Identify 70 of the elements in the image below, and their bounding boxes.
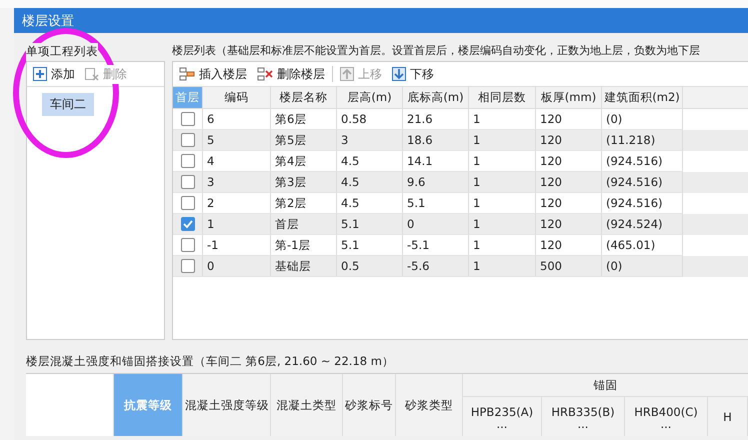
delete-rows-icon bbox=[257, 67, 273, 81]
column-header: HPB235(A) bbox=[470, 404, 534, 418]
project-item[interactable]: 车间二 bbox=[42, 93, 94, 116]
table-cell: 0.5 bbox=[337, 256, 403, 277]
group-header: 锚固 bbox=[593, 378, 618, 392]
insert-rows-icon bbox=[179, 67, 195, 81]
column-header: 砂浆标号 bbox=[342, 374, 396, 436]
up-arrow-icon bbox=[340, 67, 354, 81]
table-cell: (924.524) bbox=[602, 214, 683, 235]
table-cell: 1 bbox=[203, 214, 271, 235]
column-header: 建筑面积(m2) bbox=[602, 87, 683, 108]
column-header: 底标高(m) bbox=[403, 87, 469, 108]
table-cell: 1 bbox=[469, 172, 536, 193]
more-text: ... bbox=[496, 418, 508, 428]
table-cell: 首层 bbox=[271, 214, 337, 235]
checkbox[interactable] bbox=[180, 133, 194, 147]
plus-icon bbox=[33, 67, 47, 81]
table-cell: 1 bbox=[469, 256, 536, 277]
toolbar-button[interactable]: 删除楼层 bbox=[254, 64, 328, 84]
table-cell: 0 bbox=[403, 214, 469, 235]
table-cell: 1 bbox=[469, 214, 536, 235]
delete-icon bbox=[85, 67, 99, 81]
table-cell: 4.5 bbox=[337, 172, 403, 193]
column-header: 抗震等级 bbox=[114, 374, 184, 436]
table-cell: 3 bbox=[337, 130, 403, 151]
table-cell: 第5层 bbox=[271, 130, 337, 151]
checkbox[interactable] bbox=[180, 217, 194, 231]
column-header: 砂浆类型 bbox=[396, 374, 463, 436]
table-cell: 120 bbox=[536, 214, 602, 235]
table-cell: 第3层 bbox=[271, 172, 337, 193]
table-cell: 5 bbox=[203, 130, 271, 151]
more-text: ... bbox=[578, 418, 588, 428]
table-cell: -5.6 bbox=[403, 256, 469, 277]
column-header: H bbox=[723, 410, 732, 424]
toolbar-button[interactable]: 插入楼层 bbox=[176, 64, 250, 84]
table-cell: 18.6 bbox=[403, 130, 469, 151]
more-text: ... bbox=[660, 418, 672, 428]
toolbar-button[interactable]: 添加 bbox=[30, 64, 78, 84]
column-header: 相同层数 bbox=[469, 87, 536, 108]
column-header: 混凝土类型 bbox=[271, 374, 343, 436]
table-cell: 120 bbox=[536, 130, 602, 151]
table-cell: 3 bbox=[203, 172, 271, 193]
column-header: 层高(m) bbox=[337, 87, 403, 108]
table-cell: 500 bbox=[536, 256, 602, 277]
table-cell: 0 bbox=[203, 256, 271, 277]
table-cell: 5.1 bbox=[337, 214, 403, 235]
checkbox[interactable] bbox=[180, 175, 194, 189]
column-header: 楼层名称 bbox=[271, 87, 337, 108]
table-cell: 120 bbox=[536, 172, 602, 193]
checkbox[interactable] bbox=[180, 259, 194, 273]
checkbox[interactable] bbox=[180, 112, 194, 126]
table-cell: (0) bbox=[602, 256, 683, 277]
table-cell: (11.218) bbox=[602, 130, 683, 151]
checkbox[interactable] bbox=[180, 154, 194, 168]
column-header: 混凝土强度等级 bbox=[183, 374, 272, 436]
down-arrow-icon bbox=[392, 67, 406, 81]
column-header: HRB400(C) bbox=[634, 404, 698, 418]
table-cell: 9.6 bbox=[403, 172, 469, 193]
checkbox[interactable] bbox=[180, 238, 194, 252]
panel-title: 单项工程列表 bbox=[26, 43, 98, 61]
table-cell: 基础层 bbox=[271, 256, 337, 277]
checkbox[interactable] bbox=[180, 196, 194, 210]
window-title: 楼层设置 bbox=[22, 12, 74, 30]
toolbar-button[interactable]: 下移 bbox=[389, 64, 437, 84]
table-cell: (924.516) bbox=[602, 172, 683, 193]
column-header: HRB335(B) bbox=[551, 404, 615, 418]
column-header: 首层 bbox=[173, 87, 203, 108]
column-header: 编码 bbox=[203, 87, 271, 108]
table-cell: 1 bbox=[469, 130, 536, 151]
column-header: 板厚(mm) bbox=[536, 87, 602, 108]
